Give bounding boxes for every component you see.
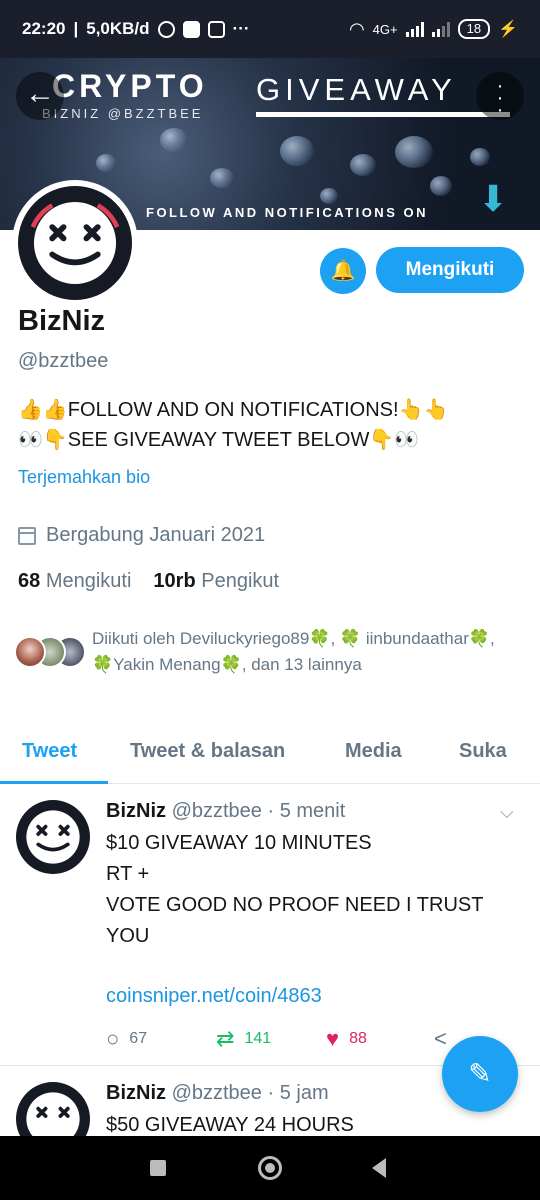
network-speed: 5,0KB/d xyxy=(86,19,150,38)
profile-stats: 68 Mengikuti 10rb Pengikut xyxy=(18,570,279,593)
dead-face-logo xyxy=(16,1082,90,1136)
tweet-handle: @bzztbee xyxy=(171,800,262,822)
followed-by-text: Diikuti oleh Deviluckyriego89🍀, 🍀 iinbun… xyxy=(92,629,495,674)
tweet-time: · 5 menit xyxy=(267,800,346,822)
home-button[interactable] xyxy=(258,1156,282,1180)
chevron-down-icon[interactable]: ⌵ xyxy=(500,802,514,823)
like-button[interactable]: ♥ 88 xyxy=(326,1026,434,1052)
banner-headline: GIVEAWAY xyxy=(256,72,457,107)
feather-plus-icon: ✎ xyxy=(468,1058,492,1089)
tab-media[interactable]: Media xyxy=(345,740,402,763)
followed-by[interactable]: Diikuti oleh Deviluckyriego89🍀, 🍀 iinbun… xyxy=(14,626,512,678)
bio-line: 👍👍FOLLOW AND ON NOTIFICATIONS!👆👆 xyxy=(18,399,449,421)
charging-icon: ⚡ xyxy=(498,21,518,38)
tab-tweet-replies[interactable]: Tweet & balasan xyxy=(130,740,285,763)
compose-tweet-button[interactable]: ✎ xyxy=(442,1036,518,1112)
share-button[interactable]: < xyxy=(434,1026,447,1052)
active-tab-indicator xyxy=(0,781,108,784)
copy-icon xyxy=(207,20,225,38)
tweet-time: · 5 jam xyxy=(267,1082,329,1104)
reply-icon: ○ xyxy=(106,1026,120,1051)
profile-handle: @bzztbee xyxy=(18,350,109,372)
share-icon: < xyxy=(434,1026,447,1051)
tweet-avatar[interactable] xyxy=(16,800,90,874)
status-bar: 22:20 | 5,0KB/d ··· ◠ 4G+ 18 ⚡ xyxy=(0,0,540,58)
battery-indicator: 18 xyxy=(457,19,491,39)
profile-name: BizNiz xyxy=(18,305,105,337)
notification-bell-button[interactable]: 🔔 xyxy=(320,248,366,294)
following-stat[interactable]: 68 Mengikuti xyxy=(18,570,131,593)
tweet[interactable]: BizNiz @bzztbee · 5 menit ⌵ $10 GIVEAWAY… xyxy=(0,800,540,1066)
tab-tweet[interactable]: Tweet xyxy=(22,740,77,763)
translate-bio-link[interactable]: Terjemahkan bio xyxy=(18,467,150,488)
banner-brand: CRYPTO xyxy=(52,68,208,104)
tweet-link[interactable]: coinsniper.net/coin/4863 xyxy=(106,985,322,1008)
back-nav-button[interactable] xyxy=(372,1158,386,1178)
calendar-icon xyxy=(18,526,36,545)
tweet-text: $10 GIVEAWAY 10 MINUTES RT + VOTE GOOD N… xyxy=(106,832,484,947)
tweet-text: $50 GIVEAWAY 24 HOURS xyxy=(106,1114,354,1136)
retweet-icon: ⇄ xyxy=(216,1026,235,1051)
wifi-icon: ◠ xyxy=(348,18,365,39)
join-date: Bergabung Januari 2021 xyxy=(18,524,265,547)
status-time: 22:20 xyxy=(22,19,66,38)
following-button[interactable]: Mengikuti xyxy=(376,247,524,293)
more-options-button[interactable]: · · · xyxy=(476,72,524,120)
arrow-down-icon: ⬇ xyxy=(478,178,509,219)
dead-face-logo xyxy=(18,186,132,300)
join-date-text: Bergabung Januari 2021 xyxy=(46,524,266,546)
followers-stat[interactable]: 10rb Pengikut xyxy=(153,570,279,593)
tab-likes[interactable]: Suka xyxy=(459,740,507,763)
tweet-header: BizNiz @bzztbee · 5 jam xyxy=(106,1082,329,1105)
banner-brand-sub: BIZNIZ @BZZTBEE xyxy=(42,106,204,121)
banner-cta: FOLLOW AND NOTIFICATIONS ON xyxy=(146,205,428,220)
tweet-author: BizNiz xyxy=(106,1082,166,1104)
retweet-button[interactable]: ⇄ 141 xyxy=(216,1026,326,1052)
follower-avatars xyxy=(14,632,92,672)
avatar xyxy=(14,636,46,668)
back-button[interactable]: ← xyxy=(16,72,64,120)
signal-2-icon xyxy=(431,21,450,37)
network-type: 4G+ xyxy=(372,21,398,37)
tweet-header: BizNiz @bzztbee · 5 menit xyxy=(106,800,345,823)
tweet-actions: ○ 67 ⇄ 141 ♥ 88 < xyxy=(106,1026,447,1052)
tweet-handle: @bzztbee xyxy=(171,1082,262,1104)
bio-line: 👀👇SEE GIVEAWAY TWEET BELOW👇👀 xyxy=(18,429,420,451)
signal-icon xyxy=(405,21,424,37)
heart-icon: ♥ xyxy=(326,1026,340,1051)
alarm-icon xyxy=(157,20,175,38)
profile-bio: 👍👍FOLLOW AND ON NOTIFICATIONS!👆👆 👀👇SEE G… xyxy=(18,395,528,455)
upload-icon xyxy=(182,20,200,38)
dead-face-logo xyxy=(16,800,90,874)
reply-button[interactable]: ○ 67 xyxy=(106,1026,216,1052)
banner-underline xyxy=(256,112,510,117)
recent-apps-button[interactable] xyxy=(150,1160,166,1176)
profile-avatar[interactable] xyxy=(12,180,138,306)
profile-tabs: Tweet Tweet & balasan Media Suka xyxy=(0,728,540,784)
tweet-author: BizNiz xyxy=(106,800,166,822)
system-nav-bar xyxy=(0,1136,540,1200)
tweet-avatar[interactable] xyxy=(16,1082,90,1136)
more-notifications-icon: ··· xyxy=(232,19,250,38)
